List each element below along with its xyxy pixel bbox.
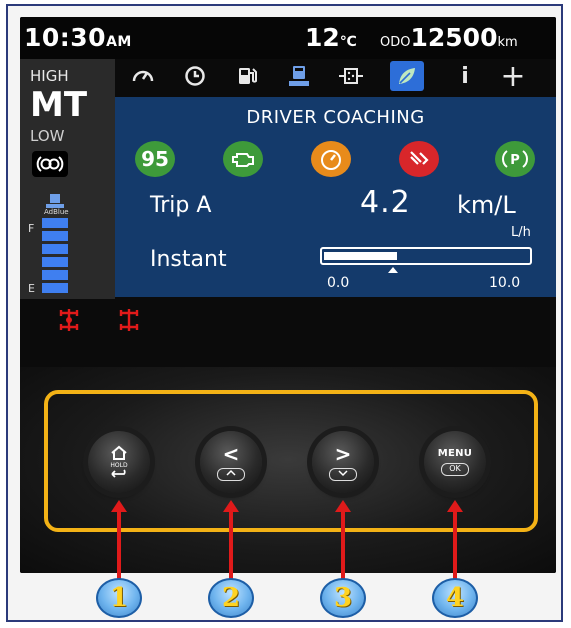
instant-unit: L/h: [511, 225, 531, 240]
callout-badge-1: 1: [96, 578, 142, 618]
trip-a-value: 4.2: [360, 185, 411, 220]
callout-arrowhead-1: [111, 500, 127, 512]
temperature-unit: ℃: [339, 34, 357, 50]
callout-arrow-2: [229, 512, 233, 580]
clock-readout: 10:30AM: [24, 23, 132, 52]
chevron-left-icon: <: [222, 441, 240, 466]
home-icon: [111, 445, 127, 460]
odo-unit: km: [497, 35, 518, 50]
low-label: LOW: [30, 127, 65, 145]
chevron-up-icon: [217, 467, 245, 481]
menu-icon-strip: i +: [120, 59, 556, 95]
gauge-bar: [42, 231, 68, 241]
trip-a-label: Trip A: [150, 193, 212, 218]
adblue-level-gauge: AdBlue F E: [28, 194, 98, 295]
gauge-bar: [42, 244, 68, 254]
instant-label: Instant: [150, 247, 227, 272]
high-label: HIGH: [30, 67, 69, 85]
clutch-pedal-icon: [399, 141, 439, 177]
adblue-label: AdBlue: [44, 208, 69, 216]
gauge-bar: [42, 218, 68, 228]
callout-arrowhead-2: [223, 500, 239, 512]
temperature-value: 12: [305, 23, 340, 52]
trip-a-unit: km/L: [457, 191, 516, 219]
odo-value: 12500: [410, 23, 498, 52]
eco-score-badge: 95: [135, 141, 175, 177]
callout-badge-3: 3: [320, 578, 366, 618]
callout-arrow-4: [453, 512, 457, 580]
adblue-icon[interactable]: [282, 61, 316, 91]
callout-badge-2: 2: [208, 578, 254, 618]
callout-badge-4: 4: [432, 578, 478, 618]
clock-icon[interactable]: [178, 61, 212, 91]
dpf-icon[interactable]: [334, 61, 368, 91]
temperature-readout: 12℃: [305, 23, 357, 52]
menu-ok-button[interactable]: MENU OK: [424, 431, 486, 493]
callout-arrow-3: [341, 512, 345, 580]
gauge-bar: [42, 270, 68, 280]
speedometer-icon[interactable]: [126, 61, 160, 91]
instant-consumption-fill: [324, 252, 397, 260]
info-icon[interactable]: i: [448, 61, 482, 91]
driver-coaching-panel: DRIVER COACHING 95 P Trip A 4.2 km/L L/h…: [115, 97, 556, 297]
axle-lock-warning-icon: [118, 307, 140, 337]
scale-min-label: 0.0: [327, 275, 350, 291]
instant-consumption-bar: [320, 247, 532, 265]
drivetrain-warning-icon: [58, 307, 80, 337]
adblue-tank-icon: [46, 194, 64, 208]
leaf-eco-icon[interactable]: [390, 61, 424, 91]
panel-title: DRIVER COACHING: [246, 107, 425, 128]
svg-text:P: P: [510, 153, 520, 168]
plus-icon[interactable]: +: [496, 59, 530, 94]
rpm-gauge-icon: [311, 141, 351, 177]
chevron-down-icon: [329, 467, 357, 481]
instant-marker: [388, 267, 398, 273]
status-row: 10:30AM 12℃ ODO12500km: [20, 17, 556, 59]
gauge-empty-label: E: [28, 282, 35, 295]
home-back-button[interactable]: HOLD: [88, 431, 150, 493]
callout-arrowhead-4: [447, 500, 463, 512]
left-up-button[interactable]: <: [200, 431, 262, 493]
chevron-right-icon: >: [334, 441, 352, 466]
odometer-readout: ODO12500km: [380, 23, 518, 52]
gauge-bar: [42, 257, 68, 267]
transmission-mode: MT: [30, 85, 88, 125]
drive-mode-column: HIGH MT LOW AdBlue F E: [20, 59, 115, 299]
fuel-pump-icon[interactable]: [230, 61, 264, 91]
ok-label: OK: [441, 463, 469, 476]
odo-label: ODO: [380, 35, 411, 50]
cruise-control-icon: [32, 151, 68, 177]
hold-label: HOLD: [110, 462, 128, 469]
menu-label: MENU: [437, 448, 473, 459]
scale-max-label: 10.0: [489, 275, 521, 291]
parking-brake-icon: P: [495, 141, 535, 177]
gauge-full-label: F: [28, 222, 35, 235]
callout-arrow-1: [117, 512, 121, 580]
back-arrow-icon: [111, 469, 126, 478]
time-suffix: AM: [106, 34, 132, 50]
time-value: 10:30: [24, 23, 107, 52]
callout-arrowhead-3: [335, 500, 351, 512]
gauge-bar: [42, 283, 68, 293]
engine-icon: [223, 141, 263, 177]
right-down-button[interactable]: >: [312, 431, 374, 493]
